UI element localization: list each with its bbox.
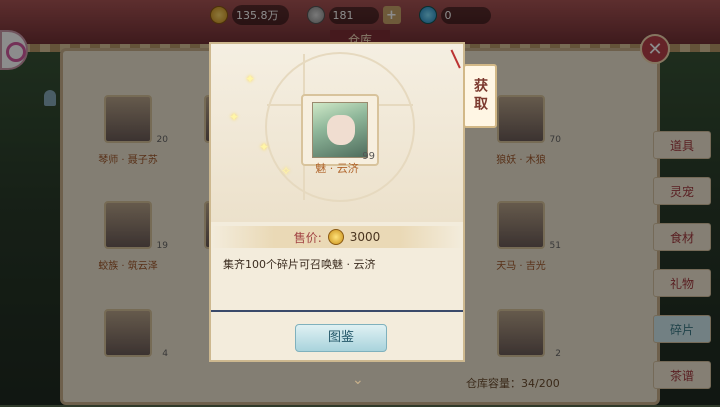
sparkle-icon: ✦ <box>245 72 256 86</box>
item-detail-popup: ✦ ✦ ✦ ✧ 99 魅 · 云济 售价: 3000 集齐100个碎片可召唤魅 … <box>209 42 465 362</box>
price-value: 3000 <box>349 230 381 244</box>
popup-header-art: ✦ ✦ ✦ ✧ 99 魅 · 云济 <box>211 44 463 222</box>
hero-name: 魅 · 云济 <box>315 162 359 175</box>
divider <box>211 310 463 312</box>
price-row: 售价: 3000 <box>211 226 463 248</box>
hero-portrait <box>312 102 368 158</box>
coin-icon <box>327 229 344 245</box>
price-label: 售价: <box>293 230 322 245</box>
chevron-down-icon[interactable]: ⌄ <box>352 372 364 388</box>
get-source-tag[interactable]: 获取 <box>463 64 497 128</box>
hero-card: 99 <box>301 94 379 166</box>
codex-button[interactable]: 图鉴 <box>295 324 387 352</box>
sparkle-icon: ✦ <box>259 140 270 154</box>
item-description: 集齐100个碎片可召唤魅 · 云济 <box>223 258 376 271</box>
sparkle-icon: ✦ <box>229 110 240 124</box>
